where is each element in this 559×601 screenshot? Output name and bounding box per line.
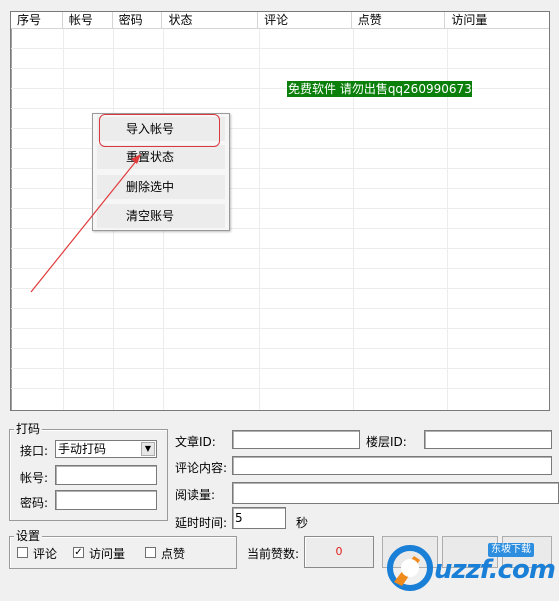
interface-selected-value: 手动打码 [58,442,107,456]
like-checkbox-label: 点赞 [161,547,186,561]
account-label: 帐号: [20,471,49,485]
settings-group-title: 设置 [14,529,43,543]
comment-content-label: 评论内容: [175,461,228,475]
password-label: 密码: [20,496,49,510]
floor-id-input[interactable] [424,430,552,449]
article-id-input[interactable] [232,430,360,449]
current-likes-display: 0 [304,536,374,568]
floor-id-label: 楼层ID: [366,435,407,449]
captcha-account-input[interactable] [55,465,157,485]
chevron-down-icon[interactable]: ▼ [141,442,155,456]
like-checkbox[interactable] [145,547,156,558]
uzzf-logo: 东坡下载 uzzf.com [384,538,556,598]
interface-label: 接口: [20,444,49,458]
current-likes-label: 当前赞数: [247,547,300,561]
delay-unit-label: 秒 [296,516,309,530]
interface-select[interactable]: 手动打码 ▼ [55,440,157,458]
visits-checkbox[interactable]: ✓ [73,547,84,558]
delay-label: 延时时间: [175,516,228,530]
visits-checkbox-label: 访问量 [89,547,126,561]
comment-content-input[interactable] [232,456,552,475]
logo-emblem-icon [387,545,433,591]
article-id-label: 文章ID: [175,435,216,449]
delay-input[interactable] [232,507,286,529]
captcha-password-input[interactable] [55,490,157,510]
captcha-group-title: 打码 [14,422,43,436]
comment-checkbox-label: 评论 [33,547,58,561]
logo-text: uzzf.com [434,555,556,585]
read-count-input[interactable] [232,482,559,504]
read-count-label: 阅读量: [175,488,216,502]
comment-checkbox[interactable] [17,547,28,558]
